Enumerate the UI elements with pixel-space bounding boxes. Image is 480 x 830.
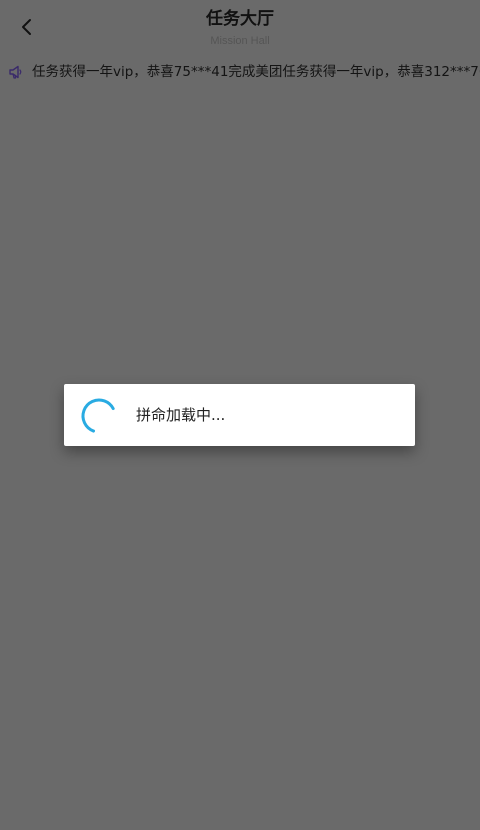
header-bar: 任务大厅 Mission Hall	[0, 0, 480, 56]
speaker-icon	[9, 65, 22, 79]
page-title: 任务大厅	[206, 9, 274, 29]
notice-marquee: 任务获得一年vip，恭喜75***41完成美团任务获得一年vip，恭喜312**…	[0, 60, 480, 84]
mission-hall-screen: 任务大厅 Mission Hall 任务获得一年vip，恭喜75***41完成美…	[0, 0, 480, 830]
loading-text: 拼命加载中...	[136, 406, 226, 424]
spinner-icon	[81, 398, 117, 434]
notice-text: 任务获得一年vip，恭喜75***41完成美团任务获得一年vip，恭喜312**…	[32, 64, 480, 80]
page-subtitle: Mission Hall	[210, 35, 270, 47]
